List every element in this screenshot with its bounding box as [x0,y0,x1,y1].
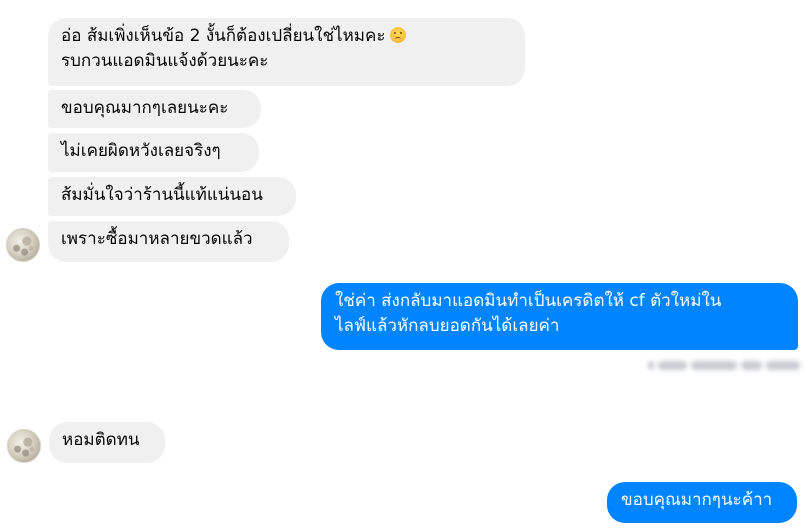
incoming-message[interactable]: เพราะซื้อมาหลายขวดแล้ว [48,221,289,262]
incoming-message[interactable]: ไม่เคยผิดหวังเลยจริงๆ [48,133,259,172]
incoming-message[interactable]: ส้มมั่นใจว่าร้านนี้แท้แน่นอน [48,177,296,216]
message-text: รบกวนแอดมินแจ้งด้วยนะคะ [61,51,269,71]
incoming-message[interactable]: อ่อ ส้มเพิ่งเห็นข้อ 2 งั้นก็ต้องเปลี่ยนใ… [48,18,525,86]
message-text: ส้มมั่นใจว่าร้านนี้แท้แน่นอน [61,185,263,205]
message-text: ใช่ค่า ส่งกลับมาแอดมินทำเป็นเครดิตให้ cf… [335,291,722,311]
message-text: อ่อ ส้มเพิ่งเห็นข้อ 2 งั้นก็ต้องเปลี่ยนใ… [61,26,386,46]
avatar-image [8,430,40,462]
message-text: ขอบคุณมากๆเลยนะคะ [61,98,229,118]
seen-indicator [648,356,800,374]
incoming-message[interactable]: ขอบคุณมากๆเลยนะคะ [48,90,261,128]
message-text: ไม่เคยผิดหวังเลยจริงๆ [61,141,221,161]
sender-avatar[interactable] [6,228,40,262]
message-text: เพราะซื้อมาหลายขวดแล้ว [61,229,253,249]
outgoing-message[interactable]: ใช่ค่า ส่งกลับมาแอดมินทำเป็นเครดิตให้ cf… [321,283,798,350]
message-text: ขอบคุณมากๆนะค้าา [621,490,773,510]
avatar-image [7,229,39,261]
sender-avatar[interactable] [7,429,41,463]
message-text: หอมติดทน [62,430,140,450]
incoming-message[interactable]: หอมติดทน [49,422,165,463]
outgoing-message[interactable]: ขอบคุณมากๆนะค้าา [607,482,797,523]
sad-face-emoji-icon [389,27,406,43]
message-text: ไลฟ์แล้วหักลบยอดกันได้เลยค่า [335,316,560,336]
